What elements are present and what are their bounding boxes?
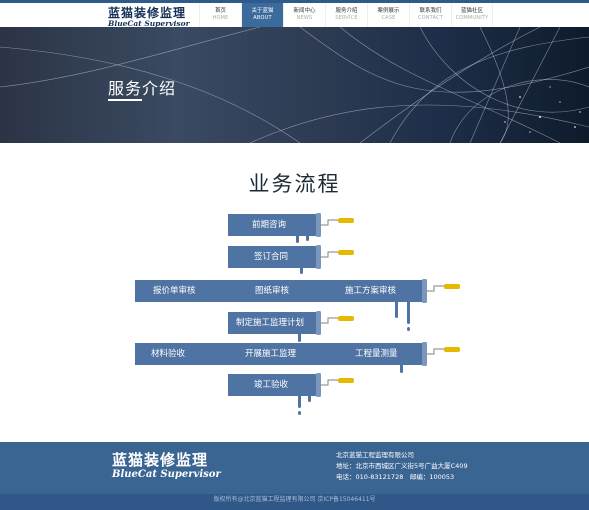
paint-roller-icon [316,213,354,237]
footer-address: 地址：北京市西城区广义街5号广益大厦C409 [336,462,468,470]
flow-step-construction[interactable]: 材料验收 开展施工监理 工程量测量 [135,343,425,365]
site-logo[interactable]: 蓝猫装修监理 BlueCat Supervisor [108,6,190,28]
paint-drip [298,396,301,408]
step-label: 制定施工监理计划 [236,318,305,328]
nav-home-label: 首页 [214,8,226,14]
paint-roller-icon [316,245,354,269]
hero-banner: 服务介绍 [0,27,589,143]
flow-step-contract[interactable]: 签订合同 [228,246,318,268]
copyright-bar: 版权所有@北京蓝猫工程监理有限公司 京ICP备15046411号 [0,494,589,510]
flow-step-supervision-plan[interactable]: 制定施工监理计划 [228,312,318,334]
step-label-site-supervision: 开展施工监理 [245,349,297,359]
footer-logo-english: BlueCat Supervisor [112,469,221,480]
nav-community-sublabel: COMMUNITY [455,15,489,21]
nav-about[interactable]: 关于蓝猫 ABOUT [241,3,283,27]
nav-news-sublabel: NEWS [296,15,313,21]
flow-step-completion[interactable]: 竣工验收 [228,374,318,396]
paint-roller-icon [422,342,460,366]
paint-drip [395,302,398,318]
paint-drip [296,236,299,243]
nav-community[interactable]: 蓝猫社区 COMMUNITY [451,3,493,27]
banner-network-lines [0,27,589,143]
nav-contact[interactable]: 联系我们 CONTACT [409,3,451,27]
flow-step-consultation[interactable]: 前期咨询 [228,214,318,236]
paint-drip [298,334,301,342]
footer-company-name: 北京蓝猫工程监理有限公司 [336,451,414,459]
nav-case-sublabel: CASE [381,15,396,21]
banner-title: 服务介绍 [108,79,177,98]
nav-case[interactable]: 案例展示 CASE [367,3,409,27]
footer-contact-info: 北京蓝猫工程监理有限公司 地址：北京市西城区广义街5号广益大厦C409 电话：0… [336,450,468,483]
step-label: 前期咨询 [252,220,287,230]
step-label-material-check: 材料验收 [151,349,186,359]
nav-about-sublabel: ABOUT [253,15,272,21]
footer-logo-chinese: 蓝猫装修监理 [112,451,209,469]
nav-service[interactable]: 服务介绍 SERVICE [325,3,367,27]
nav-contact-sublabel: CONTACT [417,15,444,21]
paint-drip [300,268,303,274]
main-nav: 首页 HOME 关于蓝猫 ABOUT 新闻中心 NEWS 服务介绍 SERVICE 案例… [199,3,493,27]
banner-title-underline [108,99,142,101]
flow-step-review[interactable]: 报价单审核 图纸审核 施工方案审核 [135,280,425,302]
paint-roller-icon [316,373,354,397]
nav-service-label: 服务介绍 [335,8,358,14]
paint-drip [400,365,403,373]
paint-drop [298,411,301,415]
paint-drip [407,302,410,324]
nav-contact-label: 联系我们 [419,8,442,14]
paint-drip [306,236,309,241]
nav-community-label: 蓝猫社区 [460,8,483,14]
footer-logo: 蓝猫装修监理 BlueCat Supervisor [112,452,232,481]
step-label-quantity-survey: 工程量测量 [355,349,398,359]
paint-drip [308,396,311,402]
nav-news[interactable]: 新闻中心 NEWS [283,3,325,27]
nav-home[interactable]: 首页 HOME [199,3,241,27]
section-title: 业务流程 [248,172,341,196]
nav-news-label: 新闻中心 [293,8,316,14]
paint-drop [407,327,410,331]
nav-home-sublabel: HOME [212,15,229,21]
step-label: 竣工验收 [254,380,289,390]
step-label-drawing-review: 图纸审核 [255,286,290,296]
paint-roller-icon [316,311,354,335]
step-label-plan-review: 施工方案审核 [345,286,397,296]
nav-service-sublabel: SERVICE [335,15,358,21]
footer-phone-postcode: 电话：010-83121728 邮编：100053 [336,473,455,481]
step-label-quote-review: 报价单审核 [153,286,196,296]
paint-roller-icon [422,279,460,303]
nav-about-label: 关于蓝猫 [251,8,274,14]
logo-chinese-text: 蓝猫装修监理 [108,6,187,20]
nav-case-label: 案例展示 [377,8,400,14]
step-label: 签订合同 [254,252,289,262]
